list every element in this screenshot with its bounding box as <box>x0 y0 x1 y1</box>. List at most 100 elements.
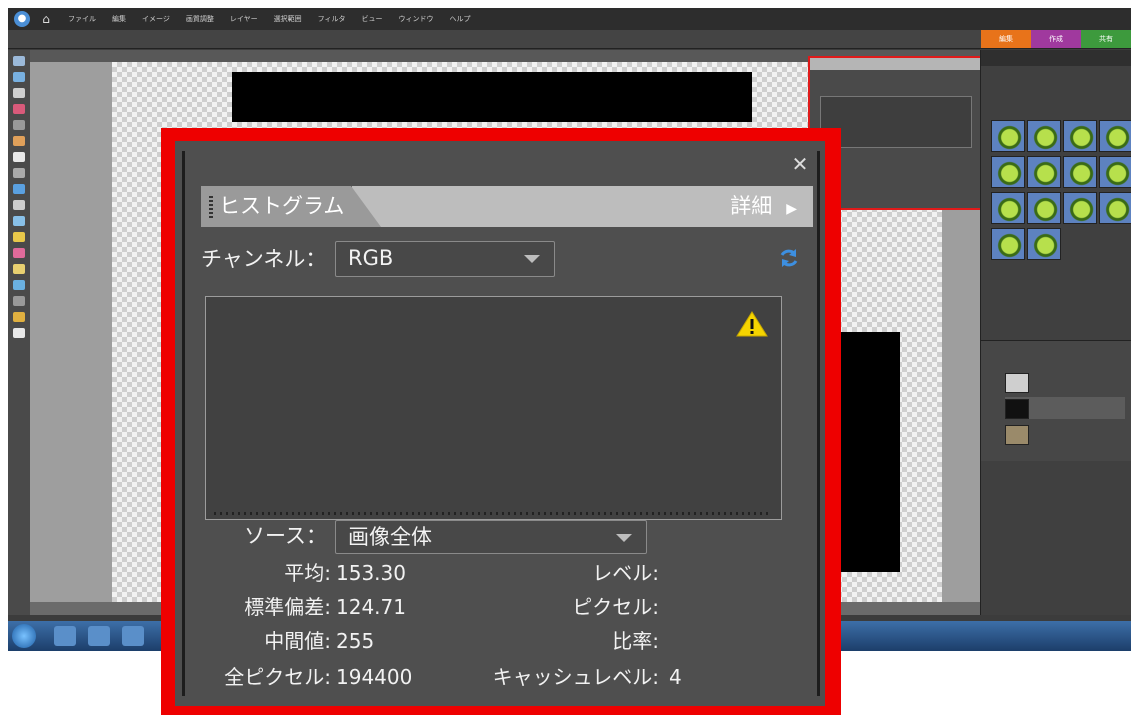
pasteboard <box>30 62 112 602</box>
small-panel-tab <box>810 58 982 70</box>
tab-grip-icon[interactable] <box>209 196 213 218</box>
source-select[interactable]: 画像全体 <box>335 520 647 554</box>
tool-icon[interactable] <box>13 328 25 338</box>
effects-thumbnails <box>991 120 1131 260</box>
right-panel-bin <box>980 50 1131 615</box>
channel-value: RGB <box>348 246 394 270</box>
pixel-count-label: ピクセル: <box>572 595 659 619</box>
tab-create[interactable]: 作成 <box>1031 30 1081 48</box>
effect-thumbnail[interactable] <box>991 120 1025 152</box>
histogram-panel: ✕ ヒストグラム 詳細 ▶ チャンネル： RGB ソース： 画像全体 平均: 1… <box>175 141 825 706</box>
percentile-label: 比率: <box>612 629 659 653</box>
effect-thumbnail[interactable] <box>1027 156 1061 188</box>
channel-select[interactable]: RGB <box>335 241 555 277</box>
tool-icon[interactable] <box>13 88 25 98</box>
effect-thumbnail[interactable] <box>1063 192 1097 224</box>
tool-icon[interactable] <box>13 168 25 178</box>
tool-icon[interactable] <box>13 312 25 322</box>
total-pixels-label: 全ピクセル: <box>224 665 331 689</box>
close-icon[interactable]: ✕ <box>790 154 810 174</box>
black-region <box>232 72 752 122</box>
level-label: レベル: <box>592 561 659 585</box>
menu-bar: ● ⌂ ファイル 編集 イメージ 画質調整 レイヤー 選択範囲 フィルタ ビュー… <box>8 8 1131 30</box>
tool-icon[interactable] <box>13 280 25 290</box>
tab-histogram[interactable]: ヒストグラム <box>201 186 352 227</box>
stddev-value: 124.71 <box>336 595 406 619</box>
effect-thumbnail[interactable] <box>1099 120 1131 152</box>
total-pixels-value: 194400 <box>336 665 413 689</box>
dropdown-arrow-icon <box>616 534 632 542</box>
layer-thumbnail <box>1005 373 1029 393</box>
effect-thumbnail[interactable] <box>1063 120 1097 152</box>
dropdown-arrow-icon <box>524 255 540 263</box>
median-label: 中間値: <box>264 629 331 653</box>
home-icon[interactable]: ⌂ <box>38 11 54 27</box>
toolbox <box>8 50 31 615</box>
layers-panel <box>981 340 1131 461</box>
detail-label: 詳細 <box>730 194 773 218</box>
effect-thumbnail[interactable] <box>1099 156 1131 188</box>
menu-item[interactable]: ウィンドウ <box>399 8 434 30</box>
histogram-baseline <box>214 512 770 515</box>
menu-item[interactable]: ビュー <box>362 8 383 30</box>
tool-icon[interactable] <box>13 152 25 162</box>
menu-item[interactable]: フィルタ <box>318 8 346 30</box>
effect-thumbnail[interactable] <box>1063 156 1097 188</box>
layer-row[interactable] <box>1005 371 1125 393</box>
layer-row[interactable] <box>1005 397 1125 419</box>
menu-item[interactable]: レイヤー <box>230 8 258 30</box>
taskbar-app-icon[interactable] <box>122 626 144 646</box>
refresh-icon[interactable] <box>777 246 801 270</box>
tool-icon[interactable] <box>13 104 25 114</box>
effect-thumbnail[interactable] <box>991 192 1025 224</box>
layer-thumbnail <box>1005 399 1029 419</box>
cache-level-value: 4 <box>669 665 682 689</box>
menu-item[interactable]: ヘルプ <box>450 8 471 30</box>
tool-icon[interactable] <box>13 120 25 130</box>
tool-icon[interactable] <box>13 216 25 226</box>
cache-level-label: キャッシュレベル: <box>492 665 659 689</box>
chevron-right-icon: ▶ <box>786 201 797 217</box>
effect-thumbnail[interactable] <box>991 156 1025 188</box>
effect-thumbnail[interactable] <box>1027 228 1061 260</box>
menu-item[interactable]: 編集 <box>112 8 126 30</box>
tool-icon[interactable] <box>13 264 25 274</box>
effect-thumbnail[interactable] <box>1099 192 1131 224</box>
menu-item[interactable]: ファイル <box>68 8 96 30</box>
tool-icon[interactable] <box>13 248 25 258</box>
panel-border <box>182 151 185 696</box>
effect-thumbnail[interactable] <box>1027 120 1061 152</box>
menu-item[interactable]: イメージ <box>142 8 170 30</box>
detail-menu-button[interactable]: 詳細 ▶ <box>730 186 797 230</box>
stddev-label: 標準偏差: <box>244 595 331 619</box>
taskbar-app-icon[interactable] <box>54 626 76 646</box>
effect-thumbnail[interactable] <box>991 228 1025 260</box>
tool-icon[interactable] <box>13 232 25 242</box>
app-logo-icon: ● <box>14 11 30 27</box>
small-histogram-plot <box>820 96 972 148</box>
start-button-icon[interactable] <box>12 624 36 648</box>
panel-tab-bar: ヒストグラム 詳細 ▶ <box>201 186 813 227</box>
source-value: 画像全体 <box>348 525 432 549</box>
mean-label: 平均: <box>284 561 331 585</box>
taskbar-app-icon[interactable] <box>88 626 110 646</box>
tool-icon[interactable] <box>13 56 25 66</box>
tab-share[interactable]: 共有 <box>1081 30 1131 48</box>
source-row: ソース： <box>189 519 339 553</box>
channel-label: チャンネル： <box>201 247 327 271</box>
layer-row[interactable] <box>1005 423 1125 445</box>
histogram-callout-frame: ✕ ヒストグラム 詳細 ▶ チャンネル： RGB ソース： 画像全体 平均: 1… <box>161 128 841 715</box>
warning-icon[interactable] <box>736 310 768 338</box>
tab-edit[interactable]: 編集 <box>981 30 1031 48</box>
tool-icon[interactable] <box>13 72 25 82</box>
tool-icon[interactable] <box>13 200 25 210</box>
panel-tabs <box>981 50 1131 66</box>
black-region <box>840 332 900 572</box>
tool-icon[interactable] <box>13 296 25 306</box>
tab-histogram-label: ヒストグラム <box>219 194 345 218</box>
menu-item[interactable]: 画質調整 <box>186 8 214 30</box>
effect-thumbnail[interactable] <box>1027 192 1061 224</box>
tool-icon[interactable] <box>13 136 25 146</box>
menu-item[interactable]: 選択範囲 <box>274 8 302 30</box>
tool-icon[interactable] <box>13 184 25 194</box>
